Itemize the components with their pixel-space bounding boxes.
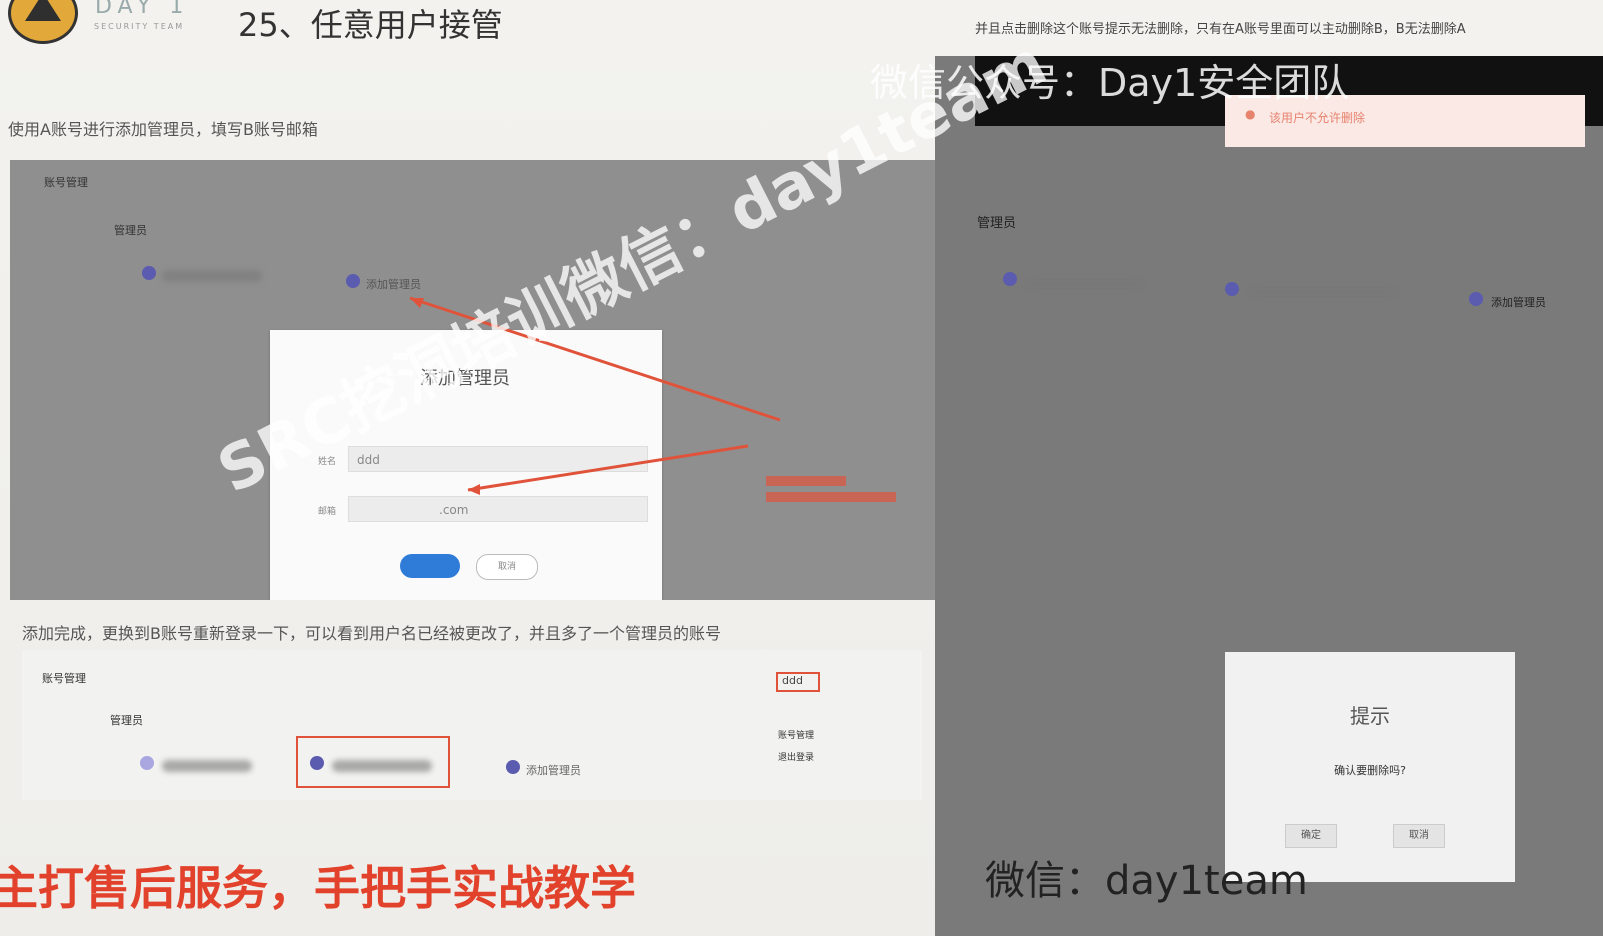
arrow-to-email [467,444,749,492]
arrow-to-add-admin [409,296,781,422]
promo-banner: 主打售后服务，手把手实战教学 [0,861,636,915]
red-note-line-2 [766,492,896,502]
arrow-head-1 [410,298,424,308]
red-note-line-1 [766,476,846,486]
arrow-head-2 [468,484,480,495]
annotation-arrows [409,296,896,502]
